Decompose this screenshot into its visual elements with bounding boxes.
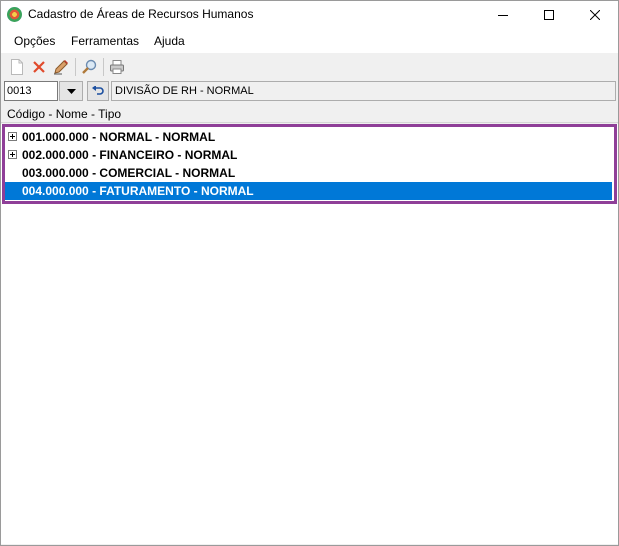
division-selector: DIVISÃO DE RH - NORMAL [1, 80, 618, 102]
close-button[interactable] [572, 1, 618, 29]
chevron-down-icon [66, 88, 76, 94]
menu-bar: Opções Ferramentas Ajuda [1, 29, 618, 53]
division-code-input[interactable] [4, 81, 58, 101]
division-description: DIVISÃO DE RH - NORMAL [111, 81, 616, 101]
print-icon [110, 60, 124, 74]
menu-opcoes[interactable]: Opções [14, 34, 55, 48]
new-button[interactable] [7, 57, 27, 77]
toolbar-separator [75, 58, 76, 76]
maximize-icon [544, 10, 554, 20]
delete-button[interactable] [29, 57, 49, 77]
tree-header-label: Código - Nome - Tipo [7, 107, 122, 121]
main-window: Cadastro de Áreas de Recursos Humanos Op… [0, 0, 619, 546]
edit-button[interactable] [51, 57, 71, 77]
minimize-icon [498, 15, 508, 16]
undo-icon [92, 86, 104, 95]
maximize-button[interactable] [526, 1, 572, 29]
app-logo-icon [7, 7, 22, 22]
toolbar [1, 54, 618, 79]
highlight-frame [2, 124, 617, 204]
menu-ajuda[interactable]: Ajuda [154, 34, 185, 48]
delete-icon [33, 61, 45, 73]
tree-column-header: Código - Nome - Tipo [1, 105, 618, 123]
menu-ferramentas[interactable]: Ferramentas [71, 34, 139, 48]
undo-button[interactable] [87, 81, 109, 101]
areas-tree[interactable]: 001.000.000 - NORMAL - NORMAL 002.000.00… [1, 124, 618, 544]
search-button[interactable] [79, 57, 99, 77]
search-icon [82, 59, 97, 74]
minimize-button[interactable] [480, 1, 526, 29]
new-document-icon [11, 59, 23, 75]
edit-icon [54, 60, 68, 75]
toolbar-separator [103, 58, 104, 76]
close-icon [590, 10, 600, 20]
print-button[interactable] [107, 57, 127, 77]
division-dropdown-button[interactable] [59, 81, 83, 101]
title-bar[interactable]: Cadastro de Áreas de Recursos Humanos [1, 1, 618, 29]
window-title: Cadastro de Áreas de Recursos Humanos [28, 7, 254, 21]
